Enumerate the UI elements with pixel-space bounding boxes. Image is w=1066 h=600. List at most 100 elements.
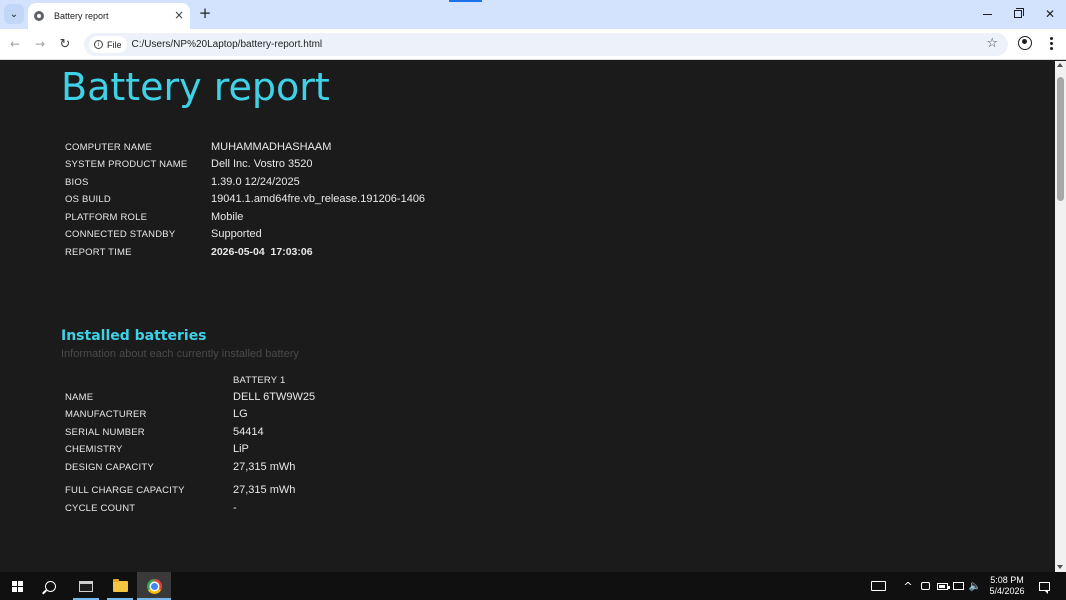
network-status-button[interactable] xyxy=(951,572,965,600)
tab-battery-report[interactable]: Battery report × xyxy=(28,3,190,29)
taskbar-clock[interactable]: 5:08 PM 5/4/2026 xyxy=(987,575,1027,597)
info-value: Supported xyxy=(211,228,262,240)
info-label: OS BUILD xyxy=(65,193,111,205)
info-value: 1.39.0 12/24/2025 xyxy=(211,176,300,188)
touch-keyboard-button[interactable] xyxy=(868,572,888,600)
arrow-left-icon: ← xyxy=(9,37,21,51)
show-hidden-icons-button[interactable]: ^ xyxy=(901,572,915,600)
bookmark-star-icon[interactable]: ☆ xyxy=(986,36,998,52)
battery-value: - xyxy=(233,502,237,514)
action-center-button[interactable] xyxy=(1035,572,1053,600)
taskbar-app-file-explorer[interactable] xyxy=(106,572,134,600)
report-page: Battery report COMPUTER NAME MUHAMMADHAS… xyxy=(0,61,1055,572)
browser-menu-button[interactable] xyxy=(1046,35,1056,51)
battery-row-cycle-count: CYCLE COUNT - xyxy=(65,500,237,516)
profile-icon[interactable] xyxy=(1018,36,1032,50)
reload-icon: ↻ xyxy=(59,36,71,52)
restore-button[interactable] xyxy=(1006,4,1030,24)
clock-time: 5:08 PM xyxy=(990,575,1024,585)
battery-row-name: NAME DELL 6TW9W25 xyxy=(65,389,315,405)
clock-date: 5/4/2026 xyxy=(989,586,1025,596)
camera-icon xyxy=(920,582,930,590)
browser-toolbar: ← → ↻ i File C:/Users/NP%20Laptop/batter… xyxy=(0,29,1066,60)
battery-label: FULL CHARGE CAPACITY xyxy=(65,484,185,496)
minimize-icon xyxy=(982,13,992,15)
restore-icon xyxy=(1014,8,1024,18)
battery-row-serial-number: SERIAL NUMBER 54414 xyxy=(65,424,264,440)
info-row-connected-standby: CONNECTED STANDBY Supported xyxy=(65,226,262,242)
start-button[interactable] xyxy=(8,572,26,600)
page-scrollbar[interactable] xyxy=(1055,61,1066,572)
info-label: COMPUTER NAME xyxy=(65,141,153,153)
battery-label: MANUFACTURER xyxy=(65,408,147,420)
meet-now-button[interactable] xyxy=(918,572,932,600)
notification-icon xyxy=(1038,581,1050,594)
info-value: 2026-05-04 17:03:06 xyxy=(211,246,313,258)
battery-label: NAME xyxy=(65,391,94,403)
info-row-system-product-name: SYSTEM PRODUCT NAME Dell Inc. Vostro 352… xyxy=(65,156,313,172)
battery-icon xyxy=(936,582,950,590)
info-row-bios: BIOS 1.39.0 12/24/2025 xyxy=(65,174,300,190)
forward-button[interactable]: → xyxy=(30,34,50,54)
battery-row-full-charge-capacity: FULL CHARGE CAPACITY 27,315 mWh xyxy=(65,482,295,498)
site-info-chip[interactable]: i File xyxy=(89,36,127,53)
battery-value: 54414 xyxy=(233,426,264,438)
section-subtitle: Information about each currently install… xyxy=(61,348,299,360)
scroll-down-arrow-icon[interactable] xyxy=(1057,565,1063,569)
battery-label: DESIGN CAPACITY xyxy=(65,461,154,473)
tab-strip: ⌄ Battery report × + ✕ xyxy=(0,0,1066,29)
taskbar-app-chrome[interactable] xyxy=(137,572,171,600)
reload-button[interactable]: ↻ xyxy=(55,34,75,54)
battery-row-design-capacity: DESIGN CAPACITY 27,315 mWh xyxy=(65,459,295,475)
tab-close-button[interactable]: × xyxy=(174,8,184,22)
info-value: MUHAMMADHASHAAM xyxy=(211,141,332,153)
terminal-icon xyxy=(79,580,93,592)
info-row-os-build: OS BUILD 19041.1.amd64fre.vb_release.191… xyxy=(65,191,425,207)
info-row-computer-name: COMPUTER NAME MUHAMMADHASHAAM xyxy=(65,139,331,155)
info-value: Mobile xyxy=(211,211,244,223)
info-label: PLATFORM ROLE xyxy=(65,211,148,223)
new-tab-button[interactable]: + xyxy=(196,4,214,22)
taskbar-search-button[interactable] xyxy=(39,572,61,600)
arrow-right-icon: → xyxy=(34,37,46,51)
battery-value: LiP xyxy=(233,443,249,455)
battery-value: 27,315 mWh xyxy=(233,484,296,496)
info-label: SYSTEM PRODUCT NAME xyxy=(65,158,188,170)
url-text[interactable]: C:/Users/NP%20Laptop/battery-report.html xyxy=(132,39,323,50)
info-value: 19041.1.amd64fre.vb_release.191206-1406 xyxy=(211,193,426,205)
back-button[interactable]: ← xyxy=(5,34,25,54)
tab-strip-accent xyxy=(449,0,482,2)
info-label: CONNECTED STANDBY xyxy=(65,228,176,240)
chevron-down-icon: ⌄ xyxy=(9,8,19,20)
battery-value: DELL 6TW9W25 xyxy=(233,391,316,403)
close-icon: ✕ xyxy=(1044,7,1056,21)
page-title: Battery report xyxy=(61,65,330,109)
battery-label: CHEMISTRY xyxy=(65,443,123,455)
battery-status-button[interactable] xyxy=(934,572,950,600)
chevron-up-icon: ^ xyxy=(903,579,913,593)
section-title-installed-batteries: Installed batteries xyxy=(61,328,207,344)
chrome-icon xyxy=(146,578,162,594)
volume-icon: 🔈 xyxy=(968,580,982,592)
battery-row-chemistry: CHEMISTRY LiP xyxy=(65,441,249,457)
globe-icon xyxy=(34,11,44,21)
battery-value: LG xyxy=(233,408,248,420)
minimize-button[interactable] xyxy=(975,4,999,24)
battery-label: CYCLE COUNT xyxy=(65,502,136,514)
info-row-platform-role: PLATFORM ROLE Mobile xyxy=(65,209,243,225)
address-bar[interactable]: i File C:/Users/NP%20Laptop/battery-repo… xyxy=(84,33,1008,56)
scroll-thumb[interactable] xyxy=(1057,77,1064,201)
taskbar: ^ 🔈 5:08 PM 5/4/2026 xyxy=(0,572,1066,600)
folder-icon xyxy=(112,578,128,592)
taskbar-app-terminal[interactable] xyxy=(72,572,100,600)
info-row-report-time: REPORT TIME 2026-05-04 17:03:06 xyxy=(65,244,313,260)
volume-button[interactable]: 🔈 xyxy=(967,572,983,600)
scroll-up-arrow-icon[interactable] xyxy=(1057,63,1063,67)
tab-search-button[interactable]: ⌄ xyxy=(4,4,24,24)
tab-title: Battery report xyxy=(54,11,109,21)
info-value: Dell Inc. Vostro 3520 xyxy=(211,158,313,170)
info-label: BIOS xyxy=(65,176,89,188)
close-window-button[interactable]: ✕ xyxy=(1038,4,1062,24)
file-label: File xyxy=(107,39,122,50)
network-icon xyxy=(952,582,964,590)
